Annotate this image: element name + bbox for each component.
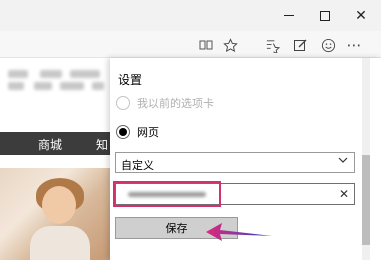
nav-item-partial[interactable]: 知 <box>96 136 108 153</box>
maximize-button[interactable] <box>307 0 343 31</box>
web-note-icon[interactable] <box>290 35 310 55</box>
annotation-arrow-icon <box>206 223 272 241</box>
blurred-text <box>8 70 28 78</box>
radio-button[interactable] <box>116 96 130 110</box>
blurred-text <box>92 82 104 90</box>
title-bar: ✕ <box>0 0 381 31</box>
minimize-icon <box>284 15 294 16</box>
favorite-star-icon[interactable] <box>220 35 240 55</box>
photo-face <box>42 186 76 224</box>
radio-button-selected[interactable] <box>116 125 130 139</box>
blurred-text <box>8 82 24 90</box>
scrollbar-thumb[interactable] <box>362 155 370 245</box>
page-type-select[interactable]: 自定义 <box>115 152 355 173</box>
hub-icon[interactable] <box>262 35 282 55</box>
more-icon[interactable]: ⋯ <box>344 35 364 55</box>
nav-item-mall[interactable]: 商城 <box>38 136 62 153</box>
settings-title: 设置 <box>118 73 143 87</box>
minimize-button[interactable] <box>271 0 307 31</box>
chevron-down-icon <box>338 155 348 168</box>
blurred-text <box>40 70 62 78</box>
radio-previous-tabs-label: 我以前的选项卡 <box>137 98 214 110</box>
close-button[interactable]: ✕ <box>343 0 379 31</box>
radio-web-page[interactable]: 网页 <box>116 124 159 140</box>
blurred-text <box>34 82 52 90</box>
radio-dot <box>119 128 127 136</box>
reading-view-icon[interactable] <box>196 35 216 55</box>
radio-web-page-label: 网页 <box>137 127 159 139</box>
site-nav-bar: 商城 知 <box>0 132 110 155</box>
blurred-text <box>70 70 100 78</box>
maximize-icon <box>320 10 330 21</box>
feedback-smiley-icon[interactable] <box>318 35 338 55</box>
blurred-text <box>60 82 84 90</box>
clear-icon[interactable]: ✕ <box>339 187 349 201</box>
photo-body <box>30 226 90 260</box>
highlight-box <box>113 181 221 207</box>
browser-toolbar: ⋯ <box>0 31 381 58</box>
child-photo <box>0 168 110 260</box>
select-value: 自定义 <box>121 160 154 172</box>
web-page-content: 商城 知 <box>0 58 110 260</box>
close-icon: ✕ <box>355 7 367 23</box>
radio-previous-tabs[interactable]: 我以前的选项卡 <box>116 95 214 111</box>
